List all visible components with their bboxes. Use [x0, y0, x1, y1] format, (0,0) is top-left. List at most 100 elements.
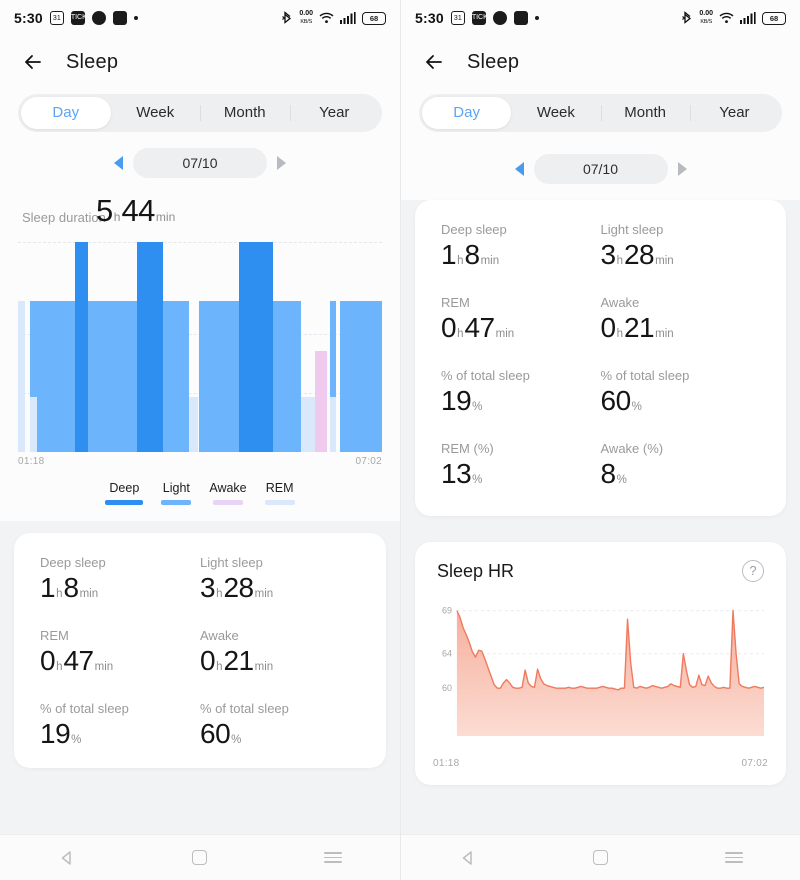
tab-year[interactable]: Year [289, 97, 380, 129]
recents-lines-icon [324, 852, 343, 863]
legend-label-deep: Deep [109, 481, 140, 495]
stat-value: 1 h 8 min [441, 239, 601, 271]
stat-deep-sleep: Deep sleep 1 h 8 min [441, 222, 601, 271]
stat-value: 60 % [601, 385, 761, 417]
stat-awake-percent: Awake (%) 8 % [601, 441, 761, 490]
tab-month[interactable]: Month [200, 97, 290, 129]
period-tabs: Day Week Month Year [18, 94, 382, 132]
tab-week[interactable]: Week [111, 97, 201, 129]
stat-unit2: min [480, 255, 500, 267]
stat-light-percent: % of total sleep 60 % [200, 701, 360, 750]
hypnogram-segment-rem [18, 397, 26, 452]
cellular-signal-icon [340, 12, 356, 24]
stat-label: % of total sleep [600, 368, 690, 383]
tab-month[interactable]: Month [600, 97, 690, 129]
home-square-icon [593, 850, 608, 865]
stat-unit1: h [56, 588, 63, 600]
stat-num1: 3 [200, 572, 216, 603]
nav-back-button[interactable] [445, 843, 491, 873]
legend-item-light: Light [161, 481, 192, 505]
stat-value: 0 h 47 min [40, 645, 200, 677]
wifi-icon [719, 12, 734, 24]
sleep-stages-chart[interactable] [18, 242, 382, 452]
stat-unit1: h [457, 255, 464, 267]
network-speed-indicator: 0.00 KB/S [699, 10, 713, 26]
sleep-hr-title: Sleep HR [437, 560, 515, 581]
sleep-stats-grid: Deep sleep 1 h 8 min Light sleep 3 h 28 … [415, 200, 786, 516]
legend-label-light: Light [162, 481, 190, 495]
stat-unit1: h [216, 588, 223, 600]
stat-num1: 3 [600, 239, 617, 270]
stat-unit1: h [457, 328, 464, 340]
question-mark-icon[interactable]: ? [742, 560, 764, 582]
status-bar-right: 0.00 KB/S 68 [682, 10, 786, 26]
next-day-icon[interactable] [677, 162, 687, 176]
tab-year[interactable]: Year [689, 97, 779, 129]
hypnogram-segment-light [340, 300, 382, 452]
stat-light-sleep: Light sleep 3 h 28 min [200, 555, 360, 604]
hr-area-fill [456, 610, 765, 736]
stat-unit1: % [631, 401, 642, 413]
battery-indicator: 68 [362, 11, 386, 25]
sleep-duration-value: 5 h 44 min [96, 193, 176, 229]
svg-text:69: 69 [442, 606, 452, 616]
back-button[interactable] [22, 51, 44, 73]
stat-light-sleep: Light sleep 3 h 28 min [601, 222, 761, 271]
page-title: Sleep [66, 50, 119, 73]
app-bar: Sleep [0, 36, 400, 88]
stat-num2: 28 [223, 572, 254, 603]
cellular-signal-icon [740, 12, 756, 24]
sleep-hr-chart[interactable]: 69 64 60 [415, 586, 786, 756]
next-day-icon[interactable] [277, 156, 286, 170]
nav-recents-button[interactable] [711, 843, 757, 873]
status-time: 5:30 [415, 10, 444, 26]
stat-num1: 0 [40, 645, 56, 676]
period-tabs: Day Week Month Year [419, 94, 782, 132]
sleep-duration-block: Sleep duration 5 h 44 min [0, 186, 400, 242]
app-bar: Sleep [401, 36, 800, 88]
stat-unit1: h [616, 255, 623, 267]
status-bar-right: 0.00 KB/S 68 [282, 10, 386, 26]
page-title: Sleep [467, 50, 520, 73]
status-bar: 5:30 31 TICK 0.00 KB/S [401, 0, 800, 36]
stat-rem-percent: REM (%) 13 % [441, 441, 601, 490]
stat-rem: REM 0 h 47 min [40, 628, 200, 677]
dot-icon [133, 16, 138, 20]
legend-label-awake: Awake [209, 481, 247, 495]
net-speed-value: 0.00 [699, 10, 713, 17]
nav-home-button[interactable] [177, 843, 223, 873]
tab-day[interactable]: Day [21, 97, 111, 129]
current-date[interactable]: 07/10 [533, 154, 668, 184]
stat-num1: 0 [441, 312, 457, 343]
calendar-icon: 31 [450, 11, 465, 25]
prev-day-icon[interactable] [114, 156, 123, 170]
stat-label: Awake [600, 295, 640, 310]
stat-deep-percent: % of total sleep 19 % [40, 701, 200, 750]
hypnogram-axis: 01:18 07:02 [18, 452, 382, 467]
legend-swatch-awake [212, 500, 243, 505]
legend-item-deep: Deep [105, 481, 144, 505]
sleep-stats-grid: Deep sleep 1 h 8 min Light sleep 3 h 28 … [14, 533, 386, 768]
duration-hours: 5 [96, 193, 113, 228]
stat-num2: 8 [63, 572, 79, 603]
battery-indicator: 68 [762, 11, 786, 25]
stat-light-percent: % of total sleep 60 % [601, 368, 761, 417]
current-date[interactable]: 07/10 [133, 148, 267, 178]
duration-minutes: 44 [121, 193, 155, 228]
stat-unit2: min [655, 328, 674, 340]
prev-day-icon[interactable] [514, 162, 524, 176]
stat-label: Awake [200, 628, 239, 643]
sleep-stats-card: Deep sleep 1 h 8 min Light sleep 3 h 28 … [14, 533, 386, 768]
hypnogram-segment-light [162, 300, 189, 452]
nav-back-button[interactable] [44, 843, 90, 873]
tab-week[interactable]: Week [511, 97, 600, 129]
stat-num2: 47 [464, 312, 495, 343]
stat-unit2: min [94, 661, 114, 673]
hypnogram-segment-light [87, 300, 137, 452]
stat-label: REM [441, 295, 470, 310]
nav-home-button[interactable] [578, 843, 624, 873]
tab-day[interactable]: Day [422, 97, 512, 129]
hypnogram-segment-deep [239, 242, 274, 452]
back-button[interactable] [423, 51, 445, 73]
nav-recents-button[interactable] [310, 843, 356, 873]
